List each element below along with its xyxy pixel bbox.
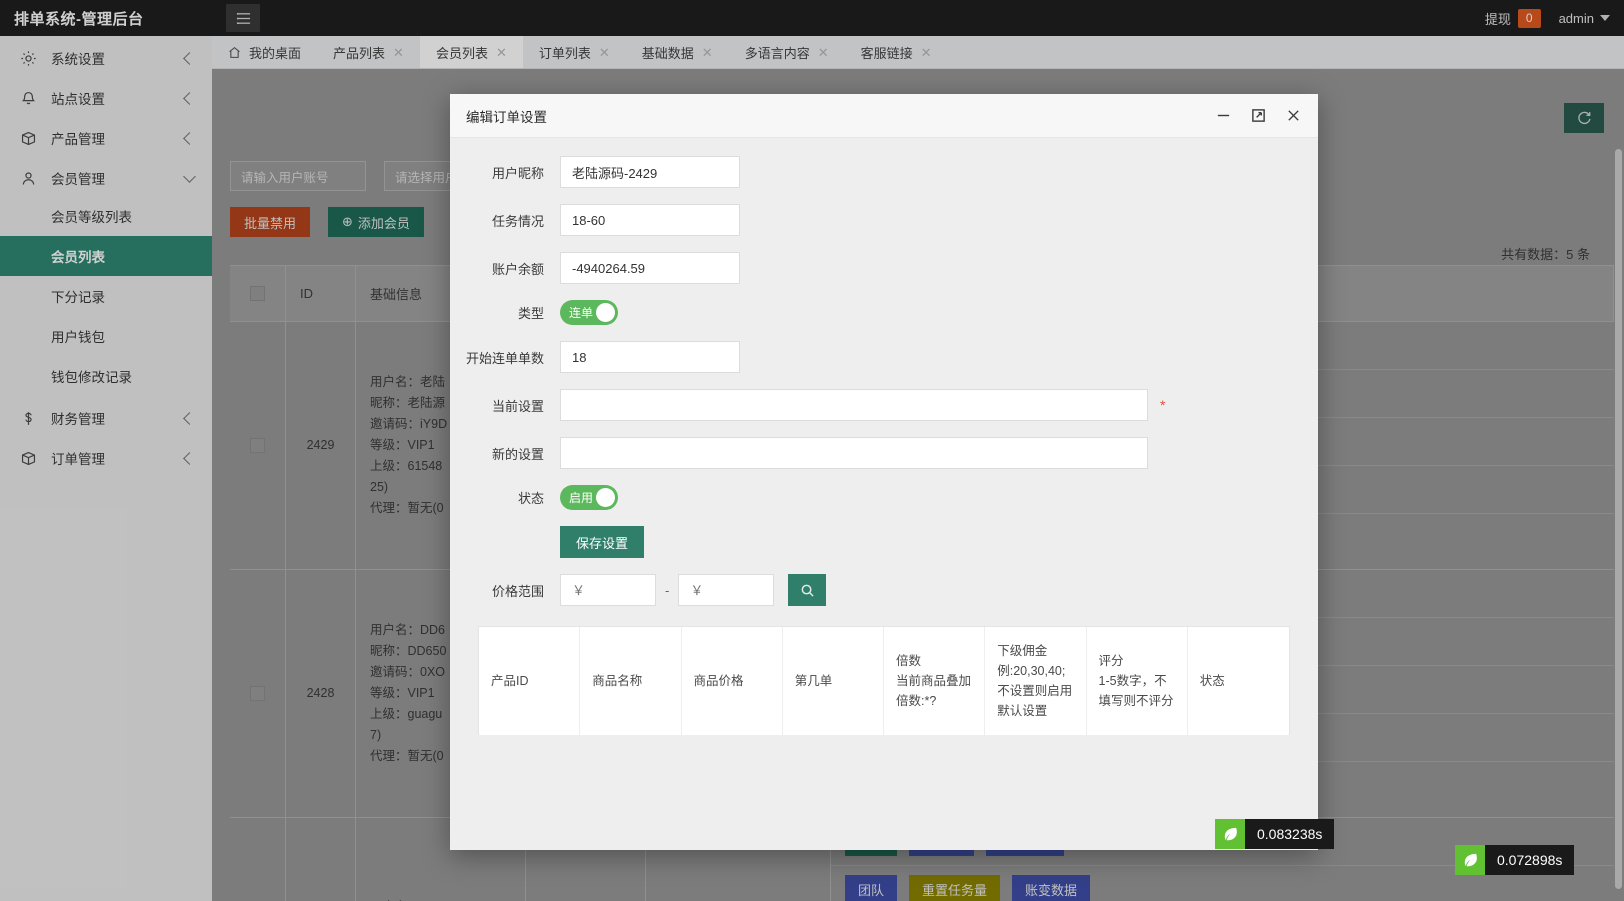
product-settings-table: 产品ID 商品名称 商品价格 第几单 倍数 当前商品叠加 倍数:*? 下级佣金 … [478, 626, 1290, 735]
perf-badge-value: 0.072898s [1485, 845, 1575, 875]
price-min-input[interactable] [560, 574, 656, 606]
toggle-knob [596, 488, 615, 507]
type-toggle-label: 连单 [569, 306, 594, 320]
th-product-id: 产品ID [479, 627, 581, 735]
field-start-count: 开始连单单数 [450, 341, 1318, 373]
type-toggle[interactable]: 连单 [560, 300, 618, 325]
dialog-body: 用户昵称 任务情况 账户余额 类型 连单 开始连单单数 [450, 138, 1318, 850]
field-type: 类型 连单 [450, 300, 1318, 325]
th-order-number: 第几单 [783, 627, 884, 735]
field-price-range: 价格范围 - [450, 574, 1318, 606]
field-label: 新的设置 [491, 446, 544, 462]
th-multiplier: 倍数 当前商品叠加 倍数:*? [884, 627, 986, 735]
th-subordinate-commission: 下级佣金 例:20,30,40; 不设置则启用 默认设置 [985, 627, 1087, 735]
th-product-name: 商品名称 [580, 627, 682, 735]
close-icon[interactable] [1285, 107, 1302, 124]
field-label: 开始连单单数 [465, 350, 544, 366]
dialog-title: 编辑订单设置 [466, 109, 547, 125]
start-count-input[interactable] [560, 341, 740, 373]
field-label: 当前设置 [491, 398, 544, 414]
app-root: 排单系统-管理后台 提现 0 admin 系统设置 站点设置 产品管理 会员管理… [0, 0, 1624, 901]
dialog-controls [1215, 107, 1302, 124]
field-status: 状态 启用 [450, 485, 1318, 510]
th-rating: 评分 1-5数字，不 填写则不评分 [1087, 627, 1188, 735]
dialog-header: 编辑订单设置 [450, 94, 1318, 138]
edit-order-settings-dialog: 编辑订单设置 用户昵称 任务情况 [450, 94, 1318, 850]
field-label: 用户昵称 [491, 165, 544, 181]
minimize-icon[interactable] [1215, 107, 1232, 124]
field-balance: 账户余额 [450, 252, 1318, 284]
perf-badge[interactable]: 0.083238s [1215, 819, 1335, 849]
perf-badge-value: 0.083238s [1245, 819, 1335, 849]
price-max-input[interactable] [678, 574, 775, 606]
task-input[interactable] [560, 204, 740, 236]
field-label: 账户余额 [491, 261, 544, 277]
required-marker: * [1160, 397, 1166, 413]
perf-badge[interactable]: 0.072898s [1455, 845, 1575, 875]
field-label: 类型 [517, 306, 544, 321]
balance-input[interactable] [560, 252, 740, 284]
field-label: 状态 [517, 491, 544, 506]
th-status: 状态 [1199, 674, 1225, 688]
field-label: 任务情况 [491, 213, 544, 229]
leaf-icon [1455, 845, 1485, 875]
status-toggle[interactable]: 启用 [560, 485, 618, 510]
new-setting-input[interactable] [560, 437, 1148, 469]
field-label: 价格范围 [491, 583, 544, 599]
field-task: 任务情况 [450, 204, 1318, 236]
field-new-setting: 新的设置 [450, 437, 1318, 469]
maximize-icon[interactable] [1250, 107, 1267, 124]
th-product-price: 商品价格 [682, 627, 783, 735]
save-settings-row: 保存设置 [450, 526, 1318, 558]
nickname-input[interactable] [560, 156, 740, 188]
toggle-knob [596, 303, 615, 322]
leaf-icon [1215, 819, 1245, 849]
field-nickname: 用户昵称 [450, 156, 1318, 188]
price-range-separator: - [665, 582, 670, 598]
current-setting-input[interactable] [560, 389, 1148, 421]
field-current-setting: 当前设置 * [450, 389, 1318, 421]
save-settings-button[interactable]: 保存设置 [560, 526, 645, 558]
search-icon[interactable] [788, 574, 827, 606]
status-toggle-label: 启用 [569, 491, 594, 505]
